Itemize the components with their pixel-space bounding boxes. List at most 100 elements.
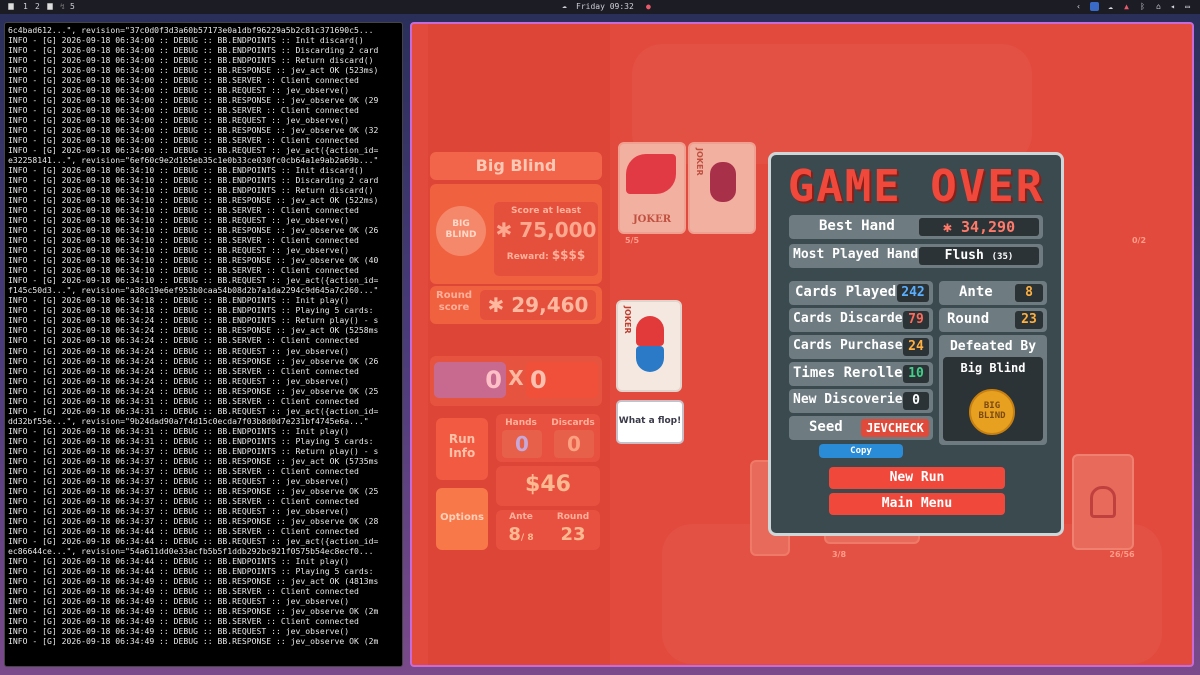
best-hand-label: Best Hand [819, 218, 895, 234]
chevron-left-icon[interactable]: ‹ [1074, 2, 1083, 11]
speech-text: What a flop! [618, 416, 682, 426]
money-value: $46 [525, 472, 571, 497]
bluetooth-icon[interactable]: ᛒ [1138, 2, 1147, 11]
big-blind-chip-label: BIG BLIND [445, 219, 477, 240]
copy-seed-button[interactable]: Copy [819, 444, 903, 458]
new-run-button[interactable]: New Run [829, 467, 1005, 489]
terminal-line: INFO - [G] 2026-09-18 06:34:24 :: DEBUG … [8, 365, 359, 376]
workspace-2[interactable]: 2 [35, 2, 40, 11]
joker-card[interactable]: JOKER [688, 142, 756, 234]
best-hand-row: Best Hand ✱ 34,290 [789, 215, 1043, 239]
workspace-separator-icon: ↯ [60, 2, 65, 11]
app-tray-icon[interactable] [1090, 2, 1099, 11]
terminal-line: INFO - [G] 2026-09-18 06:34:24 :: DEBUG … [8, 335, 359, 346]
battery-icon[interactable]: ▭ [1183, 2, 1192, 11]
terminal-line: INFO - [G] 2026-09-18 06:34:24 :: DEBUG … [8, 385, 379, 396]
workspace-4-indicator[interactable] [47, 3, 53, 10]
seed-value[interactable]: JEVCHECK [861, 419, 929, 437]
volume-icon[interactable]: ◂ [1168, 2, 1177, 11]
ante-max: / 8 [520, 533, 534, 543]
most-played-value-field: Flush (35) [919, 247, 1039, 265]
defeated-by-box: Defeated By Big Blind BIG BLIND [939, 335, 1047, 445]
cards-discarded-row: Cards Discarded 79 [789, 308, 933, 332]
most-played-row: Most Played Hand Flush (35) [789, 244, 1043, 268]
hands-label: Hands [505, 418, 537, 428]
terminal-line: INFO - [G] 2026-09-18 06:34:31 :: DEBUG … [8, 425, 350, 436]
discards-field: 0 [554, 430, 594, 458]
chips-mult-box: 0 X 0 [430, 356, 602, 406]
jester-face-icon [710, 162, 736, 202]
reward-value: $$$$ [551, 248, 586, 262]
round-score-field: ✱ 29,460 [480, 290, 596, 320]
terminal-line: INFO - [G] 2026-09-18 06:34:10 :: DEBUG … [8, 235, 359, 246]
left-sidebar: Big Blind BIG BLIND Score at least ✱ 75,… [428, 24, 610, 665]
consumable-slots-count: 0/2 [1131, 236, 1147, 245]
terminal-line: INFO - [G] 2026-09-18 06:34:37 :: DEBUG … [8, 475, 350, 486]
joker-art-icon [626, 154, 676, 194]
terminal-line: INFO - [G] 2026-09-18 06:34:24 :: DEBUG … [8, 375, 350, 386]
terminal-line: INFO - [G] 2026-09-18 06:34:10 :: DEBUG … [8, 265, 359, 276]
played-joker-card[interactable]: JOKER [616, 300, 682, 392]
main-menu-button[interactable]: Main Menu [829, 493, 1005, 515]
cards-played-value: 242 [897, 284, 929, 302]
defeated-by-label: Defeated By [949, 339, 1037, 354]
deck-pile[interactable] [1072, 454, 1134, 550]
terminal-line: 6c4bad612...", revision="37c0d0f3d3a60b5… [8, 25, 374, 35]
mult-field: 0 [526, 362, 598, 398]
discards-value: 0 [567, 432, 581, 456]
terminal-line: INFO - [G] 2026-09-18 06:34:10 :: DEBUG … [8, 215, 350, 226]
speech-bubble: What a flop! [616, 400, 684, 444]
terminal-line: INFO - [G] 2026-09-18 06:34:18 :: DEBUG … [8, 305, 374, 316]
terminal-line: INFO - [G] 2026-09-18 06:34:10 :: DEBUG … [8, 185, 374, 196]
round-score-box: Round score ✱ 29,460 [430, 286, 602, 324]
round-label: Round [556, 512, 590, 522]
joker-card-label: JOKER [623, 306, 632, 334]
terminal-window[interactable]: 6c4bad612...", revision="37c0d0f3d3a60b5… [4, 22, 403, 667]
mult-value: 0 [530, 366, 547, 394]
terminal-line: ec86644ce...", revision="54a611dd0e33acf… [8, 545, 374, 556]
options-label: Options [440, 512, 484, 523]
round-score-label: Round score [436, 290, 472, 313]
terminal-line: INFO - [G] 2026-09-18 06:34:49 :: DEBUG … [8, 615, 359, 626]
clock[interactable]: Friday 09:32 [576, 2, 634, 11]
times-rerolled-row: Times Rerolled 10 [789, 362, 933, 386]
cards-played-label: Cards Played [795, 284, 897, 300]
hands-value: 0 [515, 432, 529, 456]
cards-purchased-row: Cards Purchased 24 [789, 335, 933, 359]
discards-label: Discards [551, 418, 595, 428]
run-info-button[interactable]: Run Info [436, 418, 488, 480]
score-target-value: 75,000 [519, 218, 597, 242]
terminal-line: INFO - [G] 2026-09-18 06:34:00 :: DEBUG … [8, 45, 379, 56]
round-score: ✱ 29,460 [487, 293, 589, 317]
workspace-1[interactable]: 1 [23, 2, 28, 11]
terminal-line: INFO - [G] 2026-09-18 06:34:10 :: DEBUG … [8, 175, 379, 186]
terminal-line: INFO - [G] 2026-09-18 06:34:00 :: DEBUG … [8, 85, 350, 96]
terminal-line: e32258141...", revision="6ef60c9e2d165eb… [8, 155, 379, 166]
hand-count: 3/8 [831, 550, 847, 559]
notification-icon[interactable]: ▲ [1122, 2, 1131, 11]
money-box: $46 [496, 466, 600, 506]
cloud-sync-icon[interactable]: ☁ [1106, 2, 1115, 11]
chips-value: 0 [485, 366, 502, 394]
game-window[interactable]: Big Blind BIG BLIND Score at least ✱ 75,… [410, 22, 1194, 667]
ante-round-box: Ante 8/ 8 Round 23 [496, 510, 600, 550]
ante-value: 8 [508, 524, 521, 545]
terminal-line: INFO - [G] 2026-09-18 06:34:49 :: DEBUG … [8, 635, 379, 646]
new-discoveries-value: 0 [903, 392, 929, 410]
workspace-5[interactable]: 5 [70, 2, 75, 11]
options-button[interactable]: Options [436, 488, 488, 550]
network-icon[interactable]: ⌂ [1154, 2, 1163, 11]
most-played-value: Flush [944, 248, 984, 263]
score-target: ✱ 75,000 [495, 218, 597, 242]
terminal-line: INFO - [G] 2026-09-18 06:34:44 :: DEBUG … [8, 535, 379, 546]
terminal-line: INFO - [G] 2026-09-18 06:34:00 :: DEBUG … [8, 75, 359, 86]
most-played-label: Most Played Hand [793, 247, 919, 262]
game-over-panel: GAME OVER Best Hand ✱ 34,290 Most Played… [768, 152, 1064, 536]
big-blind-chip-label: BIG BLIND [978, 401, 1006, 421]
jester-collar-icon [636, 346, 664, 372]
joker-card[interactable]: JOKER [618, 142, 686, 234]
terminal-line: INFO - [G] 2026-09-18 06:34:31 :: DEBUG … [8, 395, 359, 406]
defeated-by-field: Big Blind BIG BLIND [943, 357, 1043, 441]
workspace-indicator-active[interactable] [8, 3, 14, 10]
ante-value: 8 [1015, 284, 1043, 302]
